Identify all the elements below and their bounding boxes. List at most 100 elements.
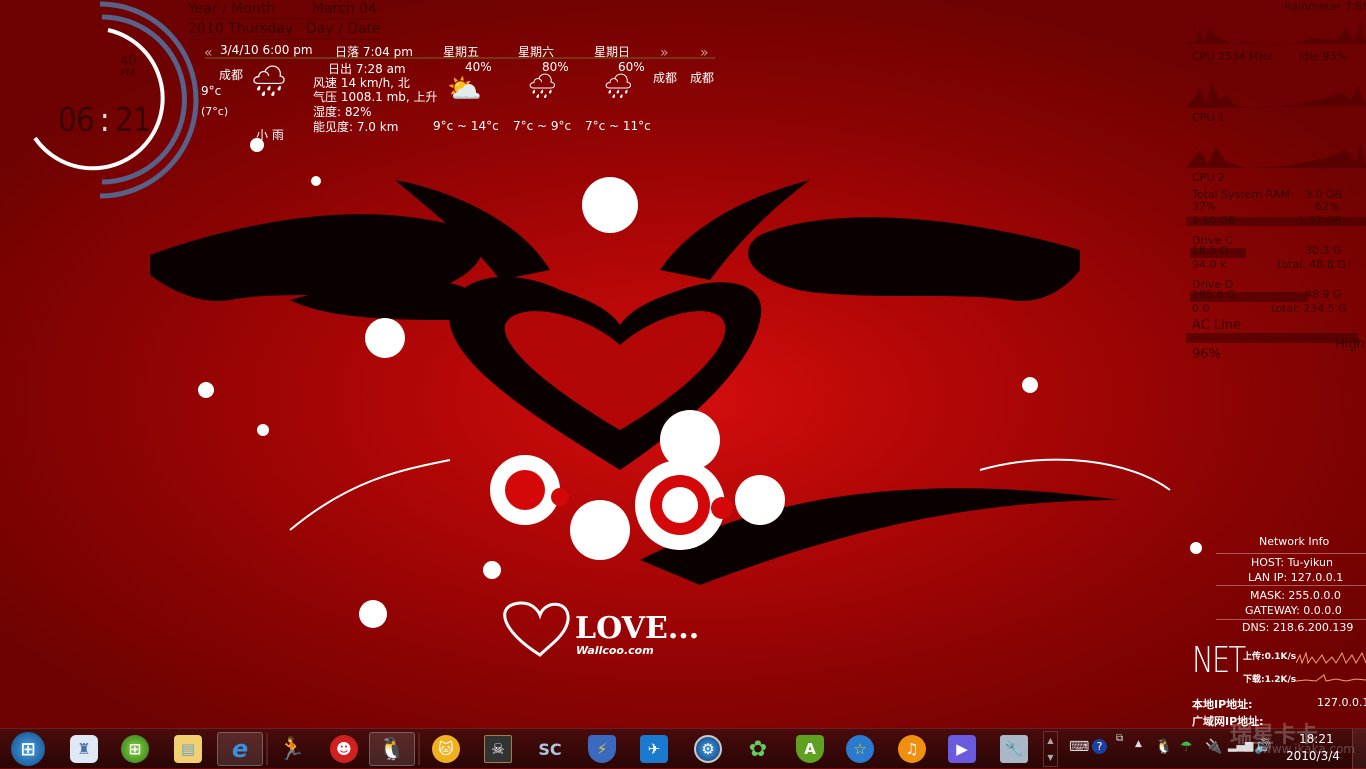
taskbar-app-media-player[interactable]: ▶ — [939, 732, 985, 766]
weather-visibility: 能见度: 7.0 km — [313, 120, 399, 134]
penguin-icon: 🐧 — [378, 736, 406, 762]
power-bar — [1186, 333, 1358, 343]
network-upload: 上传:0.1K/s — [1243, 652, 1297, 662]
tray-time[interactable]: 18:21 — [1299, 732, 1334, 746]
drive-d-total: total: 234.5 G — [1271, 302, 1347, 315]
extra-city: 成都 — [653, 71, 678, 85]
drive-c-used: 18.5 G — [1192, 244, 1229, 257]
tray-date[interactable]: 2010/3/4 — [1286, 749, 1340, 763]
taskbar-app-wizard[interactable]: ☆ — [837, 732, 883, 766]
taskbar-app-shield[interactable]: ⚡ — [579, 732, 625, 766]
next-arrow-icon[interactable]: » — [660, 45, 669, 61]
lion-shield-icon: ♜ — [70, 735, 98, 763]
folder-icon: ▤ — [174, 735, 202, 763]
month-value: March 04 — [312, 1, 377, 17]
network-gateway: GATEWAY: 0.0.0.0 — [1245, 604, 1342, 617]
taskbar-app-remote-tool[interactable]: 🔧 — [991, 732, 1037, 766]
shield-a-icon: A — [796, 735, 824, 763]
prev-arrow-icon[interactable]: « — [204, 45, 213, 61]
headphones-icon: ♫ — [898, 735, 926, 763]
weather-condition: 小 雨 — [256, 128, 284, 142]
taskbar-app-feiq[interactable]: ✈ — [631, 732, 677, 766]
scroll-down-icon[interactable]: ▼ — [1044, 749, 1057, 766]
wallcoo-text: Wallcoo.com — [576, 644, 654, 657]
network-mask: MASK: 255.0.0.0 — [1250, 589, 1341, 602]
taskbar-app-pet[interactable]: 🐱 — [423, 732, 469, 766]
taskbar: ⊞ ♜ ⊞ ▤ e 🏃 ☻ 🐧 🐱 ☠ SC ⚡ ✈ ⚙ ✿ A ☆ ♫ ▶ 🔧… — [0, 723, 1366, 769]
drive-d-used: 185.6 G — [1192, 288, 1236, 301]
taskbar-app-antivirus[interactable]: A — [787, 732, 833, 766]
clover-icon: ✿ — [748, 736, 768, 762]
scroll-up-icon[interactable]: ▲ — [1044, 732, 1057, 749]
net-logo: NET — [1192, 640, 1246, 681]
taskbar-app-qq[interactable]: 🐧 — [369, 732, 415, 766]
ram-used-pct: 37% — [1192, 200, 1217, 213]
forecast-day: 星期五 — [443, 45, 480, 59]
clock-hours: 06 — [58, 100, 95, 139]
help-icon[interactable]: ? — [1092, 739, 1107, 754]
drive-c-total: total: 48.8 G — [1277, 258, 1346, 271]
umbrella-icon[interactable]: ☂ — [1180, 739, 1193, 755]
shield-icon: ⚡ — [588, 735, 616, 763]
network-dns: DNS: 218.6.200.139 — [1242, 621, 1354, 634]
forecast-range: 7°c ~ 9°c — [513, 119, 572, 133]
ram-used: 1.10 GB — [1192, 214, 1237, 227]
drive-c-free: 30.3 G — [1305, 244, 1342, 257]
cpu-mhz: CPU 2534 MHz — [1192, 50, 1273, 63]
cpu2-label: CPU 2 — [1192, 171, 1225, 184]
taskbar-app-music[interactable]: ♫ — [889, 732, 935, 766]
local-ip-label: 本地IP地址: — [1192, 698, 1253, 711]
network-title: Network Info — [1259, 535, 1330, 548]
clock-minutes: 21 — [114, 100, 152, 139]
taskbar-app-ie[interactable]: e — [217, 732, 263, 766]
weather-sunset: 日落 7:04 pm — [335, 45, 413, 59]
show-hidden-icons[interactable]: ▲ — [1135, 739, 1142, 749]
media-center-icon: ⊞ — [121, 735, 149, 763]
drive-d-io: 0.0 — [1192, 302, 1210, 315]
ram-free-pct: 62% — [1315, 200, 1340, 213]
taskbar-app-clover[interactable]: ✿ — [735, 732, 781, 766]
rain-cloud-icon: 🌧 — [527, 72, 558, 100]
feiq-icon: ✈ — [640, 735, 668, 763]
start-button[interactable]: ⊞ — [5, 732, 51, 766]
extra-city: 成都 — [690, 71, 715, 85]
rain-cloud-icon: 🌧 — [603, 72, 634, 100]
restore-window-icon[interactable]: ⧉ — [1116, 733, 1123, 744]
ie-icon: e — [231, 735, 249, 763]
network-host: HOST: Tu-yikun — [1251, 556, 1333, 569]
taskbar-app-explorer[interactable]: ▤ — [165, 732, 211, 766]
forecast-range: 9°c ~ 14°c — [433, 119, 499, 133]
show-desktop-button[interactable] — [1352, 729, 1366, 769]
clock-seconds: 40 — [120, 54, 137, 69]
year-month-label: Year / Month — [188, 1, 276, 17]
taskbar-app-rising[interactable]: ♜ — [61, 732, 107, 766]
taskbar-app-game[interactable]: ☻ — [321, 732, 367, 766]
weather-updated: 3/4/10 6:00 pm — [220, 43, 313, 57]
power-label: AC Line — [1192, 318, 1241, 333]
taskbar-scroll[interactable]: ▲ ▼ — [1043, 731, 1058, 767]
cpu1-label: CPU 1 — [1192, 111, 1225, 124]
keyboard-icon[interactable]: ⌨ — [1069, 739, 1089, 755]
warcraft-icon: ☠ — [484, 735, 512, 763]
power-level: High — [1335, 337, 1365, 352]
taskbar-app-counter-strike[interactable]: 🏃 — [269, 732, 315, 766]
qq-tray-icon[interactable]: 🐧 — [1155, 739, 1172, 755]
power-plug-icon[interactable]: 🔌 — [1205, 739, 1222, 755]
next-arrow-icon[interactable]: » — [700, 45, 709, 61]
taskbar-app-warcraft[interactable]: ☠ — [475, 732, 521, 766]
taskbar-app-starcraft[interactable]: SC — [527, 732, 573, 766]
starcraft-icon: SC — [538, 739, 562, 759]
forecast-day: 星期日 — [594, 45, 631, 59]
taskbar-app-settings[interactable]: ⚙ — [685, 732, 731, 766]
game-character-icon: ☻ — [330, 735, 358, 763]
taskbar-app-media-center[interactable]: ⊞ — [112, 732, 158, 766]
love-text: LOVE... — [575, 611, 699, 646]
raccoon-icon: 🐱 — [432, 735, 460, 763]
drive-c-io: 94.0 k — [1192, 258, 1227, 271]
network-lan: LAN IP: 127.0.0.1 — [1248, 571, 1344, 584]
clock-ampm: PM — [120, 68, 135, 79]
network-graph — [1296, 651, 1366, 682]
year-day: 2010 Thursday — [188, 21, 294, 37]
drive-d-free: 48.9 G — [1305, 288, 1342, 301]
local-ip: 127.0.0.1 — [1317, 696, 1366, 709]
